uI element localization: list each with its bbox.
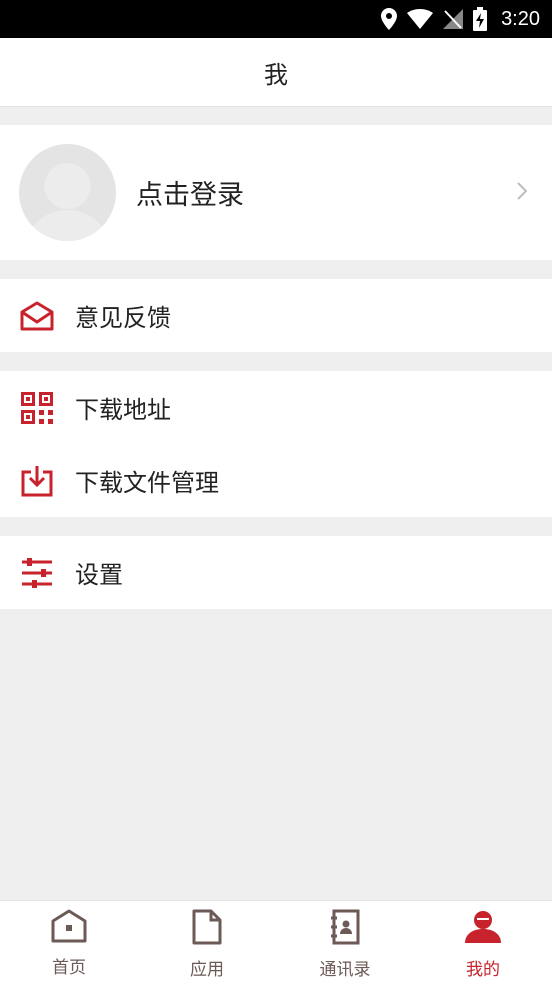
bottom-tab-bar: 首页 应用 通讯录 我的	[0, 900, 552, 981]
menu-item-label: 下载文件管理	[75, 469, 219, 497]
location-icon	[381, 8, 398, 30]
mail-icon	[20, 299, 54, 333]
sliders-icon	[20, 556, 54, 590]
user-icon	[465, 909, 501, 949]
document-icon	[192, 909, 222, 949]
contacts-icon	[330, 909, 360, 949]
status-time: 3:20	[501, 7, 540, 30]
menu-group-downloads: 下载地址 下载文件管理	[0, 371, 552, 517]
page-title: 我	[264, 60, 288, 89]
tab-label: 我的	[466, 960, 500, 980]
battery-charging-icon	[473, 7, 488, 31]
menu-item-settings[interactable]: 设置	[0, 536, 552, 609]
menu-item-label: 下载地址	[75, 396, 171, 424]
tab-me[interactable]: 我的	[414, 901, 552, 981]
no-signal-icon	[443, 9, 464, 29]
tab-apps[interactable]: 应用	[138, 901, 276, 981]
chevron-right-icon	[516, 181, 528, 205]
tab-label: 应用	[190, 960, 224, 980]
wifi-icon	[407, 9, 434, 29]
menu-item-download-address[interactable]: 下载地址	[0, 371, 552, 444]
avatar	[19, 144, 116, 241]
menu-group-feedback: 意见反馈	[0, 279, 552, 352]
status-bar: 3:20	[0, 0, 552, 38]
menu-item-feedback[interactable]: 意见反馈	[0, 279, 552, 352]
login-label: 点击登录	[136, 180, 244, 211]
download-icon	[20, 464, 54, 498]
menu-item-download-file-manager[interactable]: 下载文件管理	[0, 444, 552, 517]
menu-item-label: 意见反馈	[75, 304, 171, 332]
header: 我	[0, 38, 552, 107]
tab-home[interactable]: 首页	[0, 901, 138, 981]
home-icon	[51, 909, 87, 947]
tab-label: 首页	[52, 958, 86, 978]
menu-item-label: 设置	[75, 561, 123, 589]
login-card[interactable]: 点击登录	[0, 125, 552, 260]
tab-label: 通讯录	[319, 960, 371, 980]
menu-group-settings: 设置	[0, 536, 552, 609]
tab-contacts[interactable]: 通讯录	[276, 901, 414, 981]
qr-code-icon	[20, 391, 54, 425]
